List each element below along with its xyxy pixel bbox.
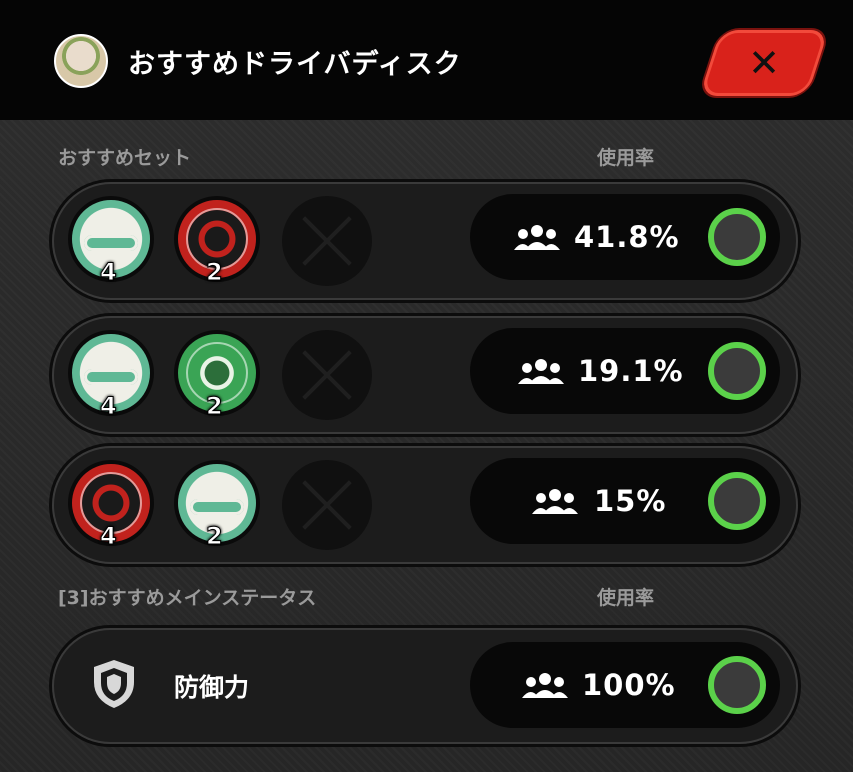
close-button[interactable]: ✕ [699,30,829,96]
main-status-usage-header: 使用率 [597,587,655,609]
select-radio[interactable] [708,472,766,530]
disc-red-set: 4 [68,460,154,551]
usage-rate: 100% [582,668,676,702]
set-row-3[interactable]: 4 2 15% [52,446,798,564]
disc-emblem [84,369,138,385]
sets-usage-header: 使用率 [597,147,655,169]
usage-rate-panel: 15% [470,458,780,544]
users-icon [522,673,568,698]
disc-piece-count: 2 [206,392,224,421]
disc-freedom-blues: 2 [174,460,260,551]
shield-icon [94,660,134,708]
usage-rate-panel: 41.8% [470,194,780,280]
empty-disc-slot [282,460,372,550]
select-radio[interactable] [708,342,766,400]
disc-freedom-blues: 4 [68,330,154,421]
usage-rate-panel: 19.1% [470,328,780,414]
disc-red-set: 2 [174,196,260,287]
disc-piece-count: 4 [100,392,118,421]
empty-disc-slot [282,196,372,286]
disc-emblem [190,499,244,515]
disc-piece-count: 2 [206,522,224,551]
users-icon [518,359,564,384]
usage-rate-panel: 100% [470,642,780,728]
disc-green-set: 2 [174,330,260,421]
disc-piece-count: 4 [100,258,118,287]
usage-rate: 15% [594,484,667,518]
users-icon [514,225,560,250]
users-icon [532,489,578,514]
disc-piece-count: 2 [206,258,224,287]
header-bar: おすすめドライバディスク ✕ [0,0,853,120]
set-row-1[interactable]: 4 2 41.8% [52,182,798,300]
usage-rate: 41.8% [574,220,680,254]
select-radio[interactable] [708,656,766,714]
character-avatar [54,34,108,88]
disc-piece-count: 4 [100,522,118,551]
disc-freedom-blues: 4 [68,196,154,287]
main-status-label: [3]おすすめメインステータス [58,587,317,609]
select-radio[interactable] [708,208,766,266]
disc-emblem [84,235,138,251]
main-status-row[interactable]: 防御力 100% [52,628,798,744]
usage-rate: 19.1% [578,354,684,388]
recommended-sets-label: おすすめセット [58,147,192,169]
close-icon: ✕ [748,41,780,85]
main-stat-name: 防御力 [174,673,250,702]
page-title: おすすめドライバディスク [128,49,462,80]
set-row-2[interactable]: 4 2 19.1% [52,316,798,434]
empty-disc-slot [282,330,372,420]
